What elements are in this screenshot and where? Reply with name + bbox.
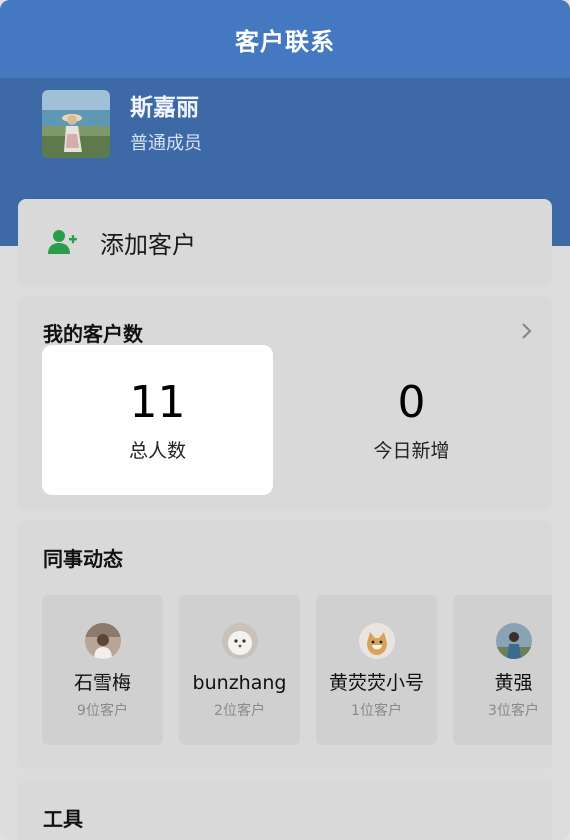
customer-count-title: 我的客户数 bbox=[43, 322, 143, 346]
colleague-avatar bbox=[495, 623, 532, 659]
new-today-value: 0 bbox=[397, 377, 426, 428]
user-role: 普通成员 bbox=[130, 133, 202, 154]
total-customers-label: 总人数 bbox=[128, 440, 186, 462]
colleague-list[interactable]: 石雪梅 9位客户 bunzhang 2位客户 黄荧荧小号 1位客户 黄强 3位客… bbox=[42, 595, 552, 745]
colleague-photo-icon bbox=[221, 623, 258, 659]
app-window: 客户联系 斯嘉丽 普通成员 添加客户 我的客户数 11 总人数 0 今日新增 同… bbox=[0, 0, 570, 840]
title-bar: 客户联系 bbox=[0, 0, 570, 78]
tools-title: 工具 bbox=[43, 807, 83, 831]
customer-count-card[interactable]: 我的客户数 11 总人数 0 今日新增 bbox=[18, 297, 552, 509]
total-customers-stat[interactable]: 11 总人数 bbox=[42, 345, 273, 495]
colleague-avatar bbox=[358, 623, 395, 659]
colleague-activity-card: 同事动态 石雪梅 9位客户 bunzhang 2位客户 黄荧荧小号 1位客户 黄… bbox=[18, 521, 552, 769]
page-title: 客户联系 bbox=[235, 27, 335, 56]
colleague-customer-count: 2位客户 bbox=[214, 703, 265, 719]
new-today-stat[interactable]: 0 今日新增 bbox=[296, 345, 527, 495]
avatar[interactable] bbox=[42, 90, 110, 158]
new-today-label: 今日新增 bbox=[373, 440, 450, 462]
colleague-customer-count: 1位客户 bbox=[351, 703, 402, 719]
colleague-photo-icon bbox=[495, 623, 532, 659]
colleague-item[interactable]: 石雪梅 9位客户 bbox=[42, 595, 163, 745]
colleague-photo-icon bbox=[84, 623, 121, 659]
user-name: 斯嘉丽 bbox=[130, 95, 199, 121]
colleague-item[interactable]: bunzhang 2位客户 bbox=[179, 595, 300, 745]
colleague-avatar bbox=[84, 623, 121, 659]
total-customers-value: 11 bbox=[129, 377, 186, 428]
add-customer-label: 添加客户 bbox=[100, 230, 196, 259]
add-person-icon bbox=[48, 230, 77, 254]
colleague-item[interactable]: 黄荧荧小号 1位客户 bbox=[316, 595, 437, 745]
colleague-name: 黄强 bbox=[494, 672, 533, 694]
add-customer-button[interactable]: 添加客户 bbox=[18, 199, 552, 285]
colleague-name: bunzhang bbox=[192, 672, 287, 694]
colleague-activity-title: 同事动态 bbox=[43, 547, 123, 571]
colleague-avatar bbox=[221, 623, 258, 659]
colleague-customer-count: 3位客户 bbox=[488, 703, 539, 719]
colleague-photo-icon bbox=[358, 623, 395, 659]
colleague-name: 石雪梅 bbox=[73, 672, 131, 694]
user-avatar-photo-icon bbox=[42, 90, 110, 158]
chevron-right-icon[interactable] bbox=[520, 321, 534, 341]
colleague-customer-count: 9位客户 bbox=[77, 703, 128, 719]
tools-card: 工具 bbox=[18, 781, 552, 840]
colleague-item[interactable]: 黄强 3位客户 bbox=[453, 595, 552, 745]
colleague-name: 黄荧荧小号 bbox=[328, 672, 424, 694]
profile-section[interactable]: 斯嘉丽 普通成员 bbox=[42, 90, 202, 158]
